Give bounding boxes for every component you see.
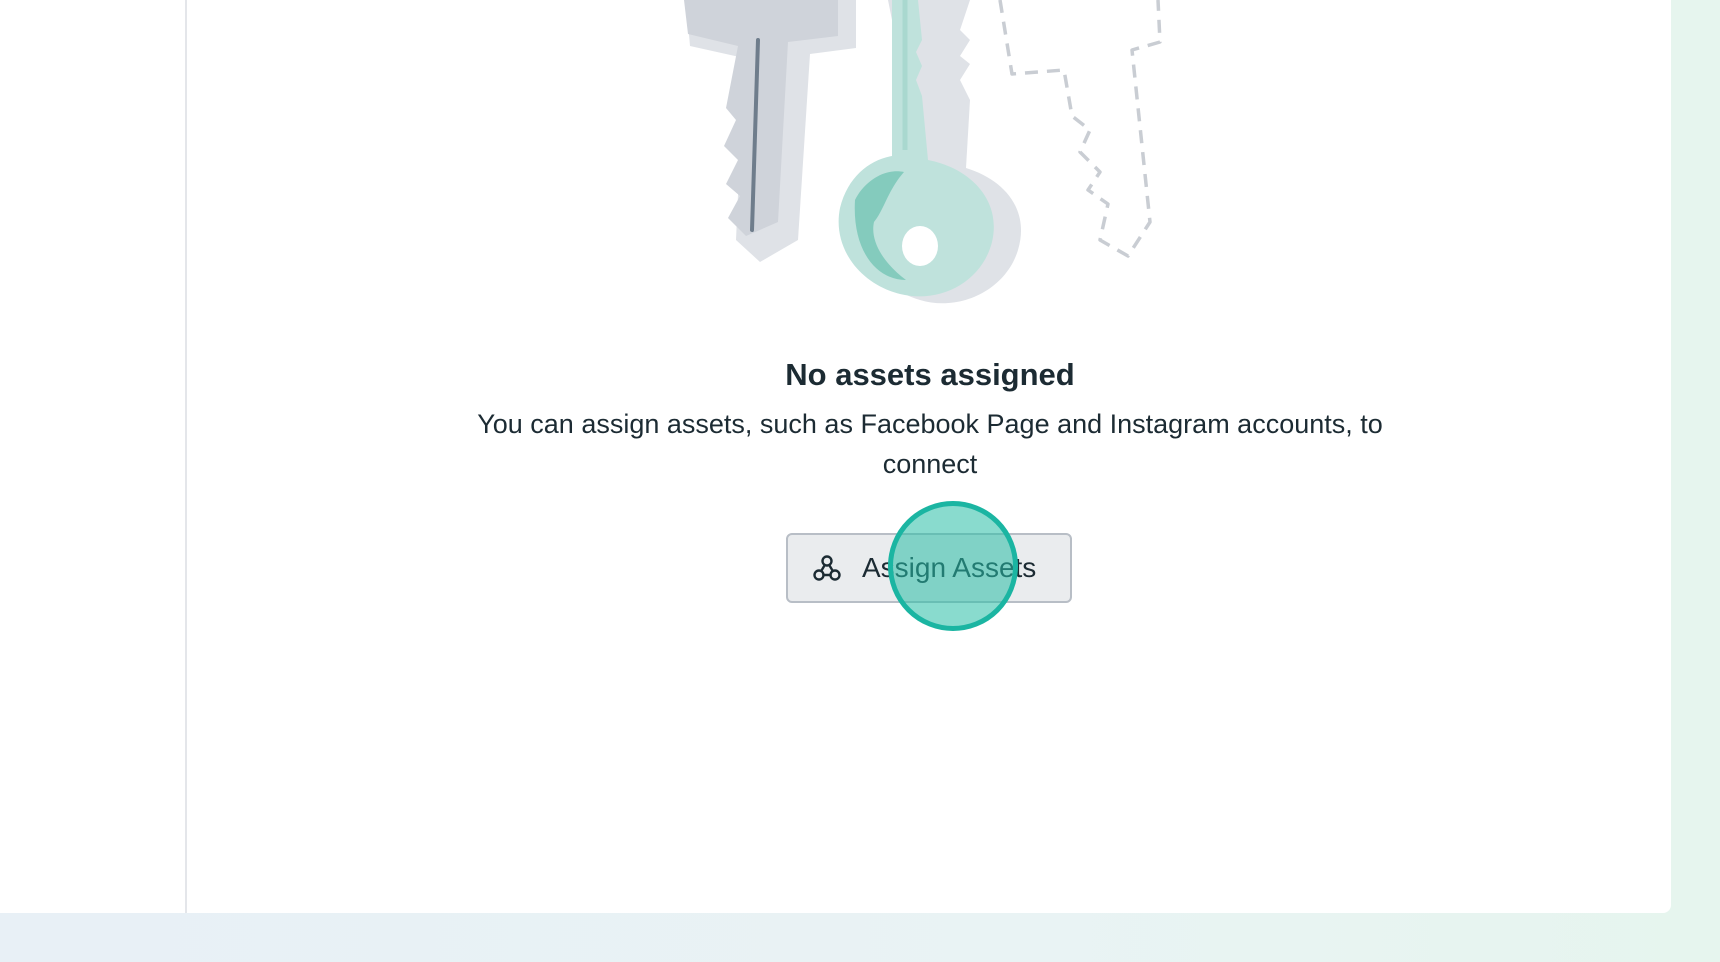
empty-state-description: You can assign assets, such as Facebook … bbox=[477, 409, 1383, 479]
empty-state-title: No assets assigned bbox=[785, 357, 1075, 392]
assets-network-icon bbox=[813, 555, 841, 581]
keys-illustration bbox=[684, 0, 1162, 304]
sidebar-divider bbox=[185, 0, 187, 913]
assign-assets-button[interactable]: Assign Assets bbox=[786, 533, 1072, 603]
assign-assets-label: Assign Assets bbox=[862, 552, 1037, 583]
content-panel: No assets assigned You can assign assets… bbox=[0, 0, 1671, 913]
